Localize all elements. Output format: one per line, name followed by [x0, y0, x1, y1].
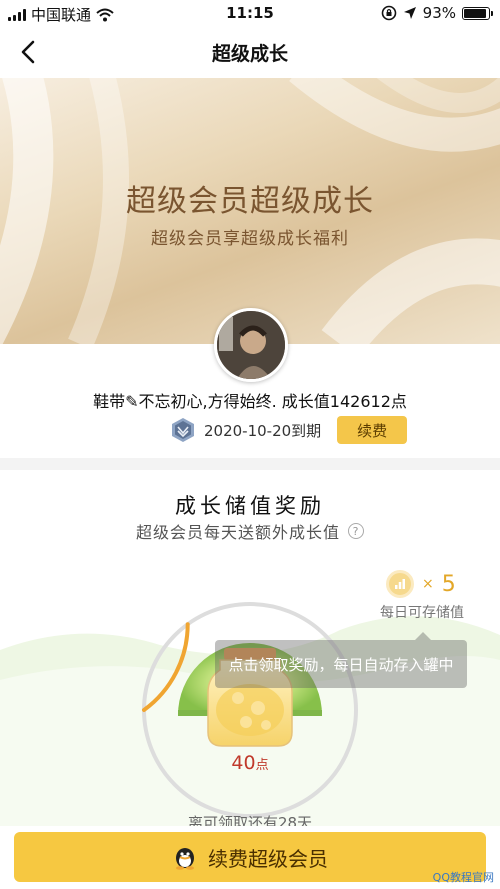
jar-points[interactable]: 40点 [200, 752, 300, 774]
avatar-image [217, 311, 285, 379]
reward-subtitle: 超级会员每天送额外成长值 [135, 523, 340, 542]
bars-icon [395, 579, 405, 589]
claim-tooltip: 点击领取奖励，每日自动存入罐中 [215, 632, 467, 688]
reward-title: 成长储值奖励 [175, 494, 325, 518]
daily-multiplier: × 5 [386, 570, 456, 598]
page-title: 超级成长 [211, 43, 288, 65]
location-icon [403, 7, 416, 19]
savings-jar-scene [0, 560, 500, 830]
status-bar: 中国联通 11:15 93% [0, 0, 500, 26]
rotation-lock-icon [381, 5, 396, 21]
jar-scene-graphic [0, 602, 500, 830]
renew-button[interactable]: 续费 [337, 416, 408, 444]
watermark: QQ教程官网 [432, 871, 494, 884]
renew-svip-button[interactable]: 续费超级会员 [14, 832, 486, 882]
battery-percent: 93% [422, 4, 456, 22]
banner-title: 超级会员超级成长 [126, 184, 374, 219]
multiplier-sign: × [422, 576, 434, 592]
battery-fill [464, 8, 487, 18]
points-value: 40 [231, 752, 256, 774]
reward-subtitle-row: 超级会员每天送额外成长值 ? [0, 519, 500, 543]
svip-badge-icon [172, 418, 194, 442]
banner-subtitle: 超级会员享超级成长福利 [151, 229, 349, 249]
multiplier-value: 5 [441, 571, 456, 597]
nav-bar: 超级成长 [0, 26, 500, 78]
renew-svip-label: 续费超级会员 [208, 846, 328, 871]
coin-icon [386, 570, 414, 598]
hero-banner: 超级会员超级成长 超级会员享超级成长福利 [0, 78, 500, 344]
bottom-bar: 续费超级会员 QQ教程官网 [0, 826, 500, 889]
multiplier-caption: 每日可存储值 [380, 605, 464, 621]
expire-date: 2020-10-20到期 [204, 421, 322, 440]
points-unit: 点 [255, 758, 269, 773]
battery-icon [462, 6, 493, 20]
qq-penguin-icon [176, 848, 194, 870]
user-info-line: 鞋带✎不忘初心,方得始终. 成长值142612点 [93, 392, 407, 411]
help-icon[interactable]: ? [348, 523, 364, 539]
avatar[interactable] [214, 308, 288, 382]
section-divider [0, 458, 500, 470]
expire-row: 2020-10-20到期 续费 [170, 416, 408, 444]
status-right: 93% [381, 4, 493, 22]
